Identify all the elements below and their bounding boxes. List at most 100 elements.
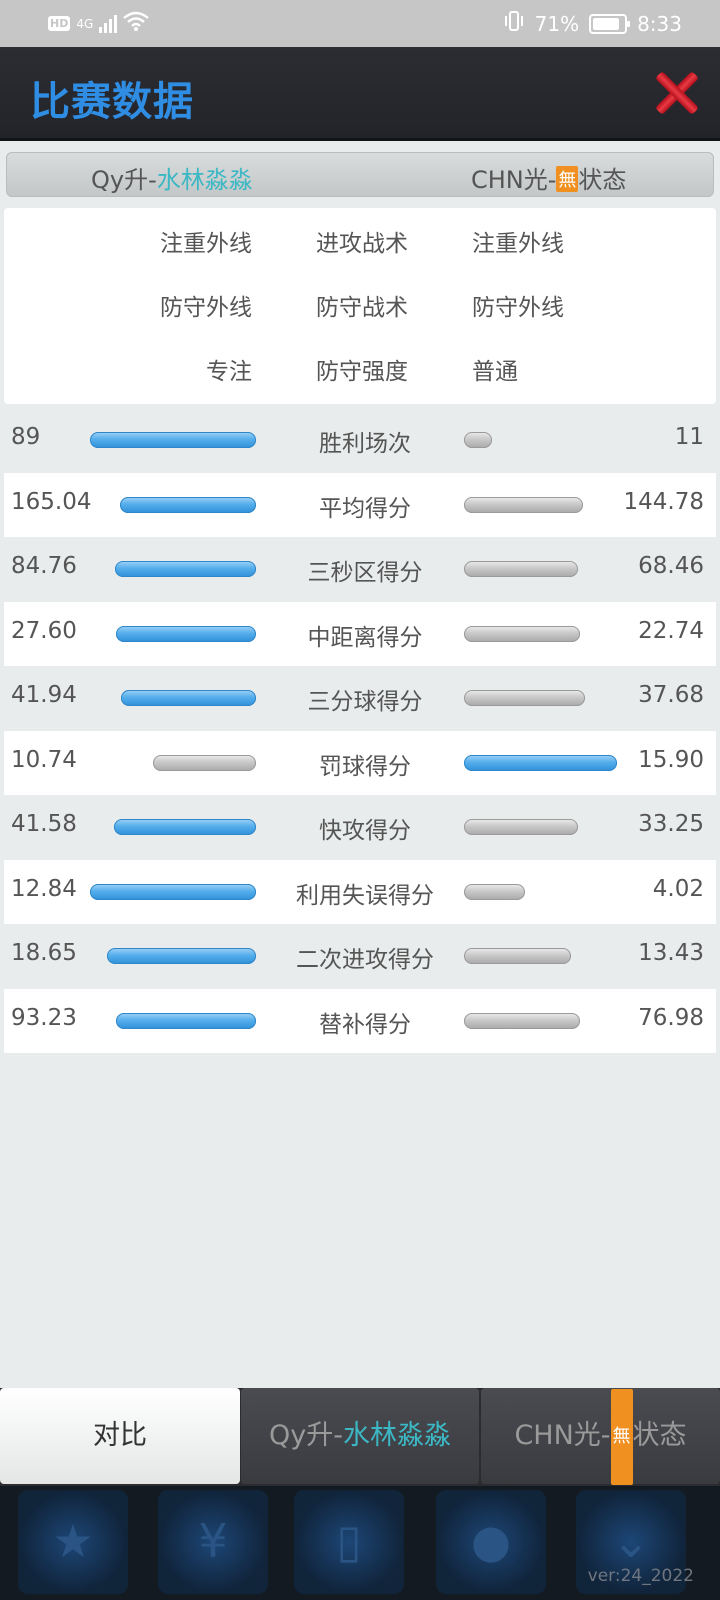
stat-right-value: 15.90 (638, 746, 704, 773)
stat-left-value: 12.84 (11, 875, 77, 902)
stat-right-bar (464, 819, 578, 835)
tactics-card: 注重外线 进攻战术 注重外线 防守外线 防守战术 防守外线 专注 防守强度 普通 (4, 208, 716, 404)
team-header: Qy升-水林淼淼 CHN光- 無状态 (6, 152, 714, 197)
stat-row: 93.23 替补得分 76.98 (4, 988, 716, 1053)
vibrate-icon (503, 10, 525, 37)
stat-row: 10.74 罚球得分 15.90 (4, 730, 716, 795)
status-left: HD 4G (48, 11, 150, 36)
yen-icon[interactable]: ¥ (158, 1490, 268, 1594)
stat-right-bar (464, 432, 492, 448)
stat-left-value: 18.65 (11, 940, 77, 966)
stats-table: 89 胜利场次 11 165.04 平均得分 144.78 84.76 三秒区得分 68.46 2… (4, 408, 716, 1053)
stat-right-value: 11 (674, 424, 704, 450)
stat-right-value: 76.98 (638, 1004, 704, 1031)
bottom-nav: ★ ¥ ▯ ● ⌄ ver:24_2022 (0, 1486, 720, 1600)
stat-left-value: 10.74 (11, 746, 77, 773)
stat-left-bar (121, 690, 256, 706)
stat-left-value: 84.76 (11, 553, 77, 579)
tactic-row: 专注 防守强度 普通 (4, 352, 716, 385)
tactic-label: 进攻战术 (316, 231, 408, 257)
tab-right-badge: 無 (610, 1389, 633, 1485)
stat-right-bar (464, 883, 525, 900)
tactic-row: 防守外线 防守战术 防守外线 (4, 288, 716, 321)
tactic-label: 防守战术 (316, 295, 408, 321)
stat-label: 利用失误得分 (296, 882, 434, 909)
stat-left-value: 165.04 (11, 488, 92, 515)
network-label: 4G (76, 16, 94, 31)
status-right: 71% 8:33 (503, 10, 682, 37)
tab-compare[interactable]: 对比 (0, 1388, 240, 1484)
dialog-header: 比赛数据 (0, 47, 720, 141)
stat-right-bar (464, 496, 583, 513)
stat-right-value: 22.74 (638, 617, 704, 644)
stat-label: 平均得分 (319, 495, 411, 522)
stat-left-bar (90, 432, 256, 448)
tactic-left: 防守外线 (160, 295, 252, 321)
stat-right-value: 37.68 (638, 682, 704, 708)
tab-left-prefix: Qy升- (269, 1420, 343, 1451)
stat-left-bar (107, 948, 256, 964)
version-label: ver:24_2022 (587, 1566, 694, 1586)
tactic-right: 注重外线 (472, 231, 564, 257)
signal-icon (99, 14, 118, 33)
tab-left-suffix: 水林淼淼 (342, 1420, 451, 1451)
stat-left-value: 41.58 (11, 811, 77, 837)
tactic-right: 普通 (472, 359, 518, 385)
stat-right-bar (464, 948, 571, 964)
stat-label: 三分球得分 (307, 689, 423, 715)
stat-left-bar (116, 1012, 256, 1029)
chat-icon[interactable]: ● (436, 1490, 546, 1594)
stat-label: 罚球得分 (319, 753, 411, 780)
stat-left-value: 93.23 (11, 1004, 77, 1031)
tactic-right: 防守外线 (472, 295, 564, 321)
right-team-name: CHN光- 無状态 (471, 160, 626, 195)
stat-row: 89 胜利场次 11 (4, 408, 716, 473)
left-team-name: Qy升-水林淼淼 (91, 160, 253, 195)
stat-label: 替补得分 (319, 1011, 411, 1038)
left-team-suffix: 水林淼淼 (156, 166, 253, 194)
tactic-row: 注重外线 进攻战术 注重外线 (4, 224, 716, 257)
tab-bar: 对比 Qy升-水林淼淼 CHN光- 無状态 (0, 1388, 720, 1486)
stat-left-value: 41.94 (11, 682, 77, 708)
stat-right-value: 144.78 (623, 488, 704, 515)
stat-right-bar (464, 561, 578, 577)
stat-left-bar (116, 625, 256, 642)
stat-left-bar (115, 561, 256, 577)
stat-right-value: 33.25 (638, 811, 704, 837)
stat-right-bar (464, 690, 585, 706)
right-team-badge: 無 (556, 166, 579, 192)
stat-label: 中距离得分 (307, 624, 423, 651)
stat-left-bar (120, 496, 256, 513)
player-card-icon[interactable]: ▯ (294, 1490, 404, 1594)
wifi-icon (123, 11, 150, 36)
status-bar: HD 4G 71% 8:33 (0, 0, 720, 47)
stat-left-bar (114, 819, 256, 835)
stat-row: 27.60 中距离得分 22.74 (4, 601, 716, 666)
stat-row: 165.04 平均得分 144.78 (4, 472, 716, 537)
stat-left-value: 27.60 (11, 617, 77, 644)
tactic-left: 注重外线 (160, 231, 252, 257)
stat-label: 胜利场次 (319, 431, 411, 457)
star-icon[interactable]: ★ (18, 1490, 128, 1594)
stat-right-bar (464, 625, 580, 642)
tactic-label: 防守强度 (316, 359, 408, 385)
left-team-prefix: Qy升- (91, 166, 157, 194)
stat-right-value: 4.02 (652, 875, 704, 902)
stat-label: 三秒区得分 (307, 560, 423, 586)
close-icon[interactable] (654, 69, 698, 117)
stat-label: 快攻得分 (319, 818, 411, 844)
battery-percent: 71% (534, 11, 580, 36)
stat-right-value: 68.46 (638, 553, 704, 579)
tactic-left: 专注 (206, 359, 252, 385)
stat-row: 12.84 利用失误得分 4.02 (4, 859, 716, 924)
dialog-title: 比赛数据 (30, 79, 194, 125)
stat-row: 41.58 快攻得分 33.25 (4, 795, 716, 860)
tab-left-team[interactable]: Qy升-水林淼淼 (241, 1388, 479, 1484)
stat-left-value: 89 (11, 424, 41, 450)
stat-right-value: 13.43 (638, 940, 704, 966)
stat-row: 41.94 三分球得分 37.68 (4, 666, 716, 731)
stat-right-bar (464, 1012, 580, 1029)
stat-row: 84.76 三秒区得分 68.46 (4, 537, 716, 602)
stat-left-bar (90, 883, 256, 900)
tab-right-team[interactable]: CHN光- 無状态 (481, 1388, 720, 1485)
